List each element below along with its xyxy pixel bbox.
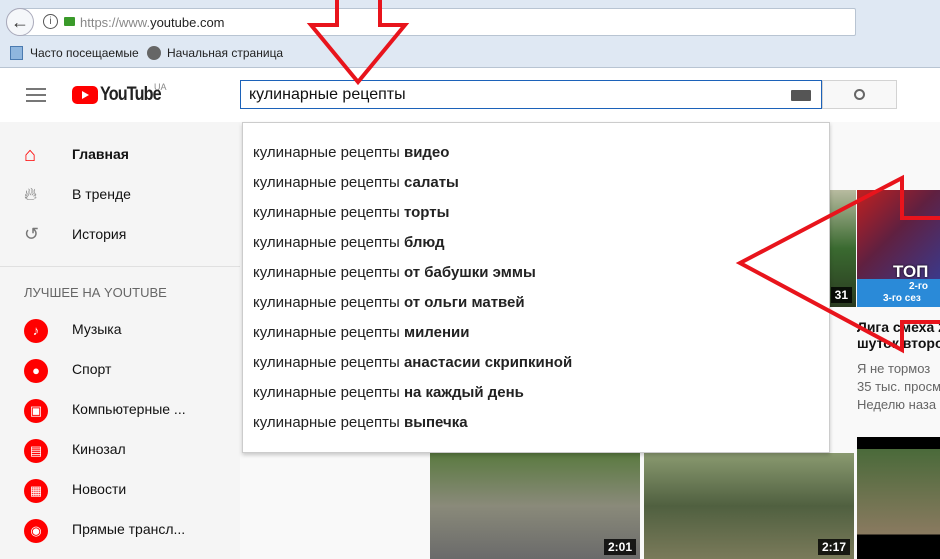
down-arrow-annotation <box>306 0 410 86</box>
left-arrow-annotation <box>735 174 940 354</box>
annotation-arrows <box>306 0 940 354</box>
